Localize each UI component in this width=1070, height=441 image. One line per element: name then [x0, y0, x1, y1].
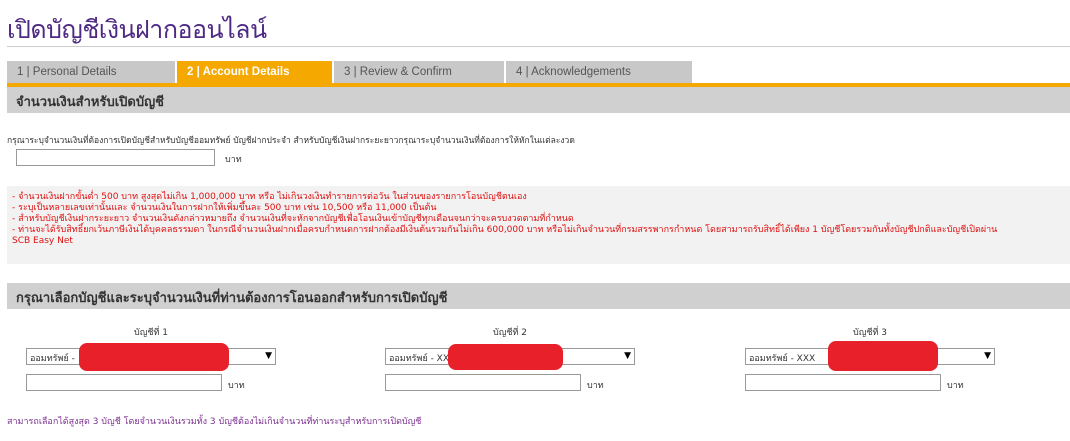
open-amount-input[interactable]: [16, 149, 215, 166]
page-title: เปิดบัญชีเงินฝากออนไลน์: [7, 15, 267, 44]
tab-review-confirm[interactable]: 3 | Review & Confirm: [334, 61, 506, 83]
account-3-selected-value: ออมทรัพย์ - XXX: [749, 354, 816, 364]
wizard-tabs: 1 | Personal Details 2 | Account Details…: [7, 61, 692, 83]
account-3-title: บัญชีที่ 3: [852, 328, 887, 338]
note-line: - สำหรับบัญชีเงินฝากระยะยาว จำนวนเงินดัง…: [12, 214, 574, 224]
account-1-select[interactable]: ออมทรัพย์ - ▼: [26, 343, 276, 371]
redaction-mark: [448, 344, 563, 370]
chevron-down-icon[interactable]: ▼: [984, 351, 991, 361]
tab-account-details[interactable]: 2 | Account Details: [177, 61, 334, 83]
account-1-selected-value: ออมทรัพย์ -: [30, 354, 75, 364]
amount-unit-label: บาท: [225, 155, 242, 165]
tab-personal-details[interactable]: 1 | Personal Details: [7, 61, 177, 83]
section-heading-amount: จำนวนเงินสำหรับเปิดบัญชี: [7, 87, 1070, 113]
note-line: SCB Easy Net: [12, 236, 73, 246]
section-heading-source-accounts: กรุณาเลือกบัญชีและระบุจำนวนเงินที่ท่านต้…: [7, 283, 1070, 309]
title-divider: [7, 46, 1070, 47]
note-line: - จำนวนเงินฝากขั้นต่ำ 500 บาท สูงสุดไม่เ…: [12, 192, 527, 202]
section-heading-source-accounts-text: กรุณาเลือกบัญชีและระบุจำนวนเงินที่ท่านต้…: [16, 291, 448, 306]
section-heading-amount-text: จำนวนเงินสำหรับเปิดบัญชี: [16, 95, 164, 110]
account-1-unit-label: บาท: [228, 381, 245, 391]
account-3-amount-input[interactable]: [745, 374, 941, 391]
account-2-amount-input[interactable]: [385, 374, 581, 391]
account-3-unit-label: บาท: [947, 381, 964, 391]
account-1-amount-input[interactable]: [26, 374, 222, 391]
max-accounts-note: สามารถเลือกได้สูงสุด 3 บัญชี โดยจำนวนเงิ…: [7, 417, 422, 427]
chevron-down-icon[interactable]: ▼: [265, 351, 272, 361]
amount-instruction: กรุณาระบุจำนวนเงินที่ต้องการเปิดบัญชีสำห…: [7, 136, 575, 146]
account-3-select[interactable]: ออมทรัพย์ - XXX ▼: [745, 341, 995, 371]
redaction-mark: [828, 341, 938, 371]
account-2-select[interactable]: ออมทรัพย์ - XX ▼: [385, 344, 635, 370]
tab-acknowledgements[interactable]: 4 | Acknowledgements: [506, 61, 692, 83]
note-line: - ระบุเป็นหลายเลขเท่านั้นและ จำนวนเงินใน…: [12, 203, 437, 213]
chevron-down-icon[interactable]: ▼: [624, 351, 631, 361]
account-2-unit-label: บาท: [587, 381, 604, 391]
account-2-title: บัญชีที่ 2: [492, 328, 527, 338]
conditions-notes: - จำนวนเงินฝากขั้นต่ำ 500 บาท สูงสุดไม่เ…: [7, 186, 1070, 264]
account-1-title: บัญชีที่ 1: [133, 328, 168, 338]
note-line: - ท่านจะได้รับสิทธิ์ยกเว้นภาษีเงินได้บุค…: [12, 225, 998, 235]
account-2-selected-value: ออมทรัพย์ - XX: [389, 354, 450, 364]
redaction-mark: [79, 343, 229, 371]
